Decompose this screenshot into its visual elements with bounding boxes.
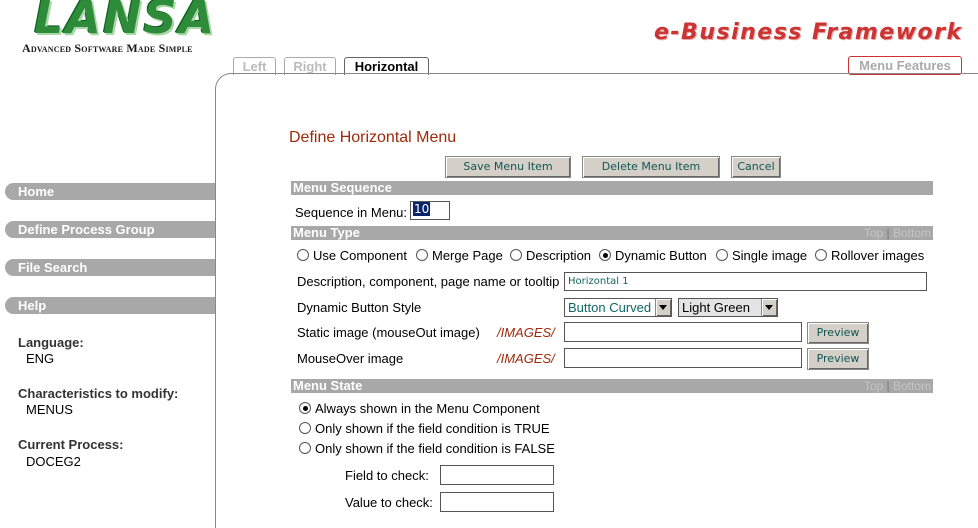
static-image-input[interactable] (564, 322, 802, 342)
option-label: Only shown if the field condition is TRU… (315, 421, 550, 436)
static-image-preview-button[interactable]: Preview (807, 322, 869, 344)
characteristics-value: MENUS (26, 402, 73, 417)
field-to-check-label: Field to check: (345, 468, 429, 483)
link-separator: | (886, 379, 890, 393)
sequence-value: 10 (413, 202, 431, 216)
menu-type-use-component[interactable]: Use Component (297, 248, 407, 263)
mouseover-image-input[interactable] (564, 348, 802, 368)
radio-selected-icon (599, 249, 611, 261)
menu-type-single-image[interactable]: Single image (716, 248, 807, 263)
dynamic-style-label: Dynamic Button Style (297, 300, 422, 315)
characteristics-label: Characteristics to modify: (18, 386, 179, 401)
logo-tagline: Advanced Software Made Simple (22, 41, 193, 55)
mouseover-image-path: /IMAGES/ (497, 351, 555, 366)
content-frame-left (215, 88, 216, 528)
option-label: Only shown if the field condition is FAL… (315, 441, 555, 456)
mouseover-preview-button[interactable]: Preview (807, 348, 869, 370)
menu-type-rollover-images[interactable]: Rollover images (815, 248, 924, 263)
menu-type-merge-page[interactable]: Merge Page (416, 248, 503, 263)
option-label: Always shown in the Menu Component (315, 401, 540, 416)
lansa-logo: LANSA (34, 0, 217, 44)
top-link[interactable]: Top (864, 226, 883, 240)
section-title: Menu Type (293, 225, 360, 240)
section-title: Menu Sequence (293, 180, 392, 195)
option-label: Description (526, 248, 592, 263)
top-link[interactable]: Top (864, 379, 883, 393)
link-separator: | (886, 226, 890, 240)
static-image-label: Static image (mouseOut image) (297, 325, 480, 340)
state-shown-if-true[interactable]: Only shown if the field condition is TRU… (299, 421, 550, 436)
cancel-button[interactable]: Cancel (731, 156, 781, 178)
option-label: Rollover images (831, 248, 925, 263)
radio-icon (416, 249, 428, 261)
current-process-value: DOCEG2 (26, 454, 81, 469)
radio-icon (716, 249, 728, 261)
chevron-down-icon (761, 299, 777, 316)
description-label: Description, component, page name or too… (297, 274, 560, 289)
menu-type-dynamic-button[interactable]: Dynamic Button (599, 248, 707, 263)
delete-menu-item-button[interactable]: Delete Menu Item (582, 156, 720, 178)
sidebar-item-file-search[interactable]: File Search (5, 259, 215, 276)
state-shown-if-false[interactable]: Only shown if the field condition is FAL… (299, 441, 555, 456)
button-shape-select[interactable]: Button Curved (564, 298, 672, 317)
bottom-link[interactable]: Bottom (893, 379, 931, 393)
select-value: Button Curved (568, 300, 652, 315)
current-process-label: Current Process: (18, 437, 124, 452)
option-label: Merge Page (432, 248, 503, 263)
top-bottom-links: Top | Bottom (864, 379, 931, 393)
option-label: Dynamic Button (615, 248, 707, 263)
option-label: Single image (732, 248, 808, 263)
value-to-check-input[interactable] (440, 492, 554, 512)
sidebar-item-help[interactable]: Help (5, 297, 215, 314)
chevron-down-icon (655, 299, 671, 316)
button-color-select[interactable]: Light Green (678, 298, 778, 317)
save-menu-item-button[interactable]: Save Menu Item (445, 156, 571, 178)
sidebar-item-define-process-group[interactable]: Define Process Group (5, 221, 215, 238)
language-value: ENG (26, 351, 55, 366)
value-to-check-label: Value to check: (345, 495, 433, 510)
bottom-link[interactable]: Bottom (893, 226, 931, 240)
content-frame-top (230, 73, 978, 74)
description-input[interactable]: Horizontal 1 (564, 272, 927, 291)
sequence-input[interactable]: 10 (410, 201, 450, 220)
state-always-shown[interactable]: Always shown in the Menu Component (299, 401, 540, 416)
section-menu-type: Menu Type Top | Bottom (291, 226, 933, 240)
select-value: Light Green (682, 300, 750, 315)
radio-icon (815, 249, 827, 261)
language-label: Language: (18, 335, 84, 350)
sequence-label: Sequence in Menu: (295, 205, 408, 220)
content-frame-corner (215, 73, 246, 104)
option-label: Use Component (313, 248, 407, 263)
top-bottom-links: Top | Bottom (864, 226, 931, 240)
radio-icon (299, 422, 311, 434)
section-menu-sequence: Menu Sequence (291, 181, 933, 195)
sidebar-item-home[interactable]: Home (5, 183, 215, 200)
radio-selected-icon (299, 402, 311, 414)
page-title: Define Horizontal Menu (289, 129, 457, 146)
menu-type-description[interactable]: Description (510, 248, 591, 263)
section-title: Menu State (293, 378, 363, 393)
static-image-path: /IMAGES/ (497, 325, 555, 340)
product-title: e-Business Framework (654, 20, 963, 45)
mouseover-label: MouseOver image (297, 351, 404, 366)
radio-icon (297, 249, 309, 261)
radio-icon (299, 442, 311, 454)
radio-icon (510, 249, 522, 261)
section-menu-state: Menu State Top | Bottom (291, 379, 933, 393)
field-to-check-input[interactable] (440, 465, 554, 485)
